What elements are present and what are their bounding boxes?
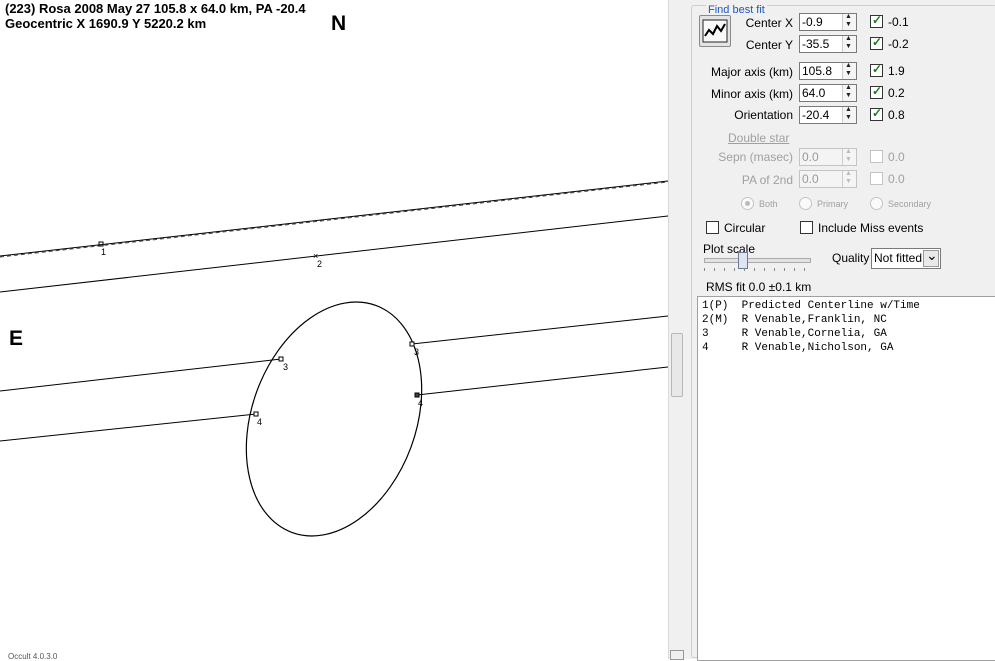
- quality-selected: Not fitted: [874, 251, 923, 265]
- fit-panel: Find best fit Center X -0.9 -0.1 Center …: [684, 0, 995, 661]
- minor-axis-spin-arrows[interactable]: [842, 84, 856, 101]
- center-x-uncertainty: -0.1: [888, 15, 909, 29]
- scrollbar-thumb[interactable]: [671, 333, 683, 397]
- major-axis-spinner[interactable]: 105.8: [799, 62, 857, 80]
- sepn-checkbox[interactable]: [870, 150, 883, 163]
- minor-axis-uncertainty: 0.2: [888, 86, 905, 100]
- center-y-label: Center Y: [745, 38, 793, 52]
- double-star-title: Double star: [728, 131, 790, 145]
- radio-both-label: Both: [759, 199, 778, 209]
- center-y-spin-arrows[interactable]: [842, 35, 856, 52]
- list-item[interactable]: 2(M) R Venable,Franklin, NC: [702, 314, 887, 326]
- major-axis-uncertainty: 1.9: [888, 64, 905, 78]
- sepn-uncertainty: 0.0: [888, 150, 905, 164]
- chord-line-3-east: [411, 315, 668, 345]
- chord-label-4-east: 4: [418, 398, 423, 408]
- orientation-checkbox[interactable]: [870, 106, 883, 121]
- chord-4-east-marker: [414, 392, 420, 398]
- major-axis-label: Major axis (km): [710, 65, 793, 79]
- chord-label-1: 1: [101, 247, 106, 257]
- center-x-spinner[interactable]: -0.9: [799, 13, 857, 31]
- quality-select[interactable]: Not fitted: [871, 247, 941, 269]
- radio-secondary-label: Secondary: [888, 199, 932, 209]
- pa-2nd-label: PA of 2nd: [741, 173, 793, 187]
- orientation-uncertainty: 0.8: [888, 108, 905, 122]
- north-label: N: [331, 12, 347, 35]
- plot-scale-thumb[interactable]: [738, 252, 748, 269]
- orientation-label: Orientation: [734, 108, 793, 122]
- chord-label-4-west: 4: [257, 417, 262, 427]
- chord-label-3-west: 3: [283, 362, 288, 372]
- plot-scale-track[interactable]: [704, 258, 811, 263]
- radio-primary[interactable]: [799, 197, 812, 210]
- center-y-uncertainty: -0.2: [888, 37, 909, 51]
- find-fit-button[interactable]: [699, 15, 731, 47]
- major-axis-checkbox[interactable]: [870, 62, 883, 77]
- orientation-spinner[interactable]: -20.4: [799, 106, 857, 124]
- fit-chart-icon: [702, 19, 728, 43]
- occultation-plot[interactable]: × 1 2 3 3 4 4 (223) Rosa 2008 May 27 105…: [0, 0, 668, 661]
- include-miss-label: Include Miss events: [818, 221, 924, 235]
- pa-2nd-spin-arrows[interactable]: [842, 170, 856, 187]
- orientation-value[interactable]: -20.4: [802, 108, 829, 122]
- center-x-value[interactable]: -0.9: [802, 15, 823, 29]
- chord-3-east-marker: [409, 341, 415, 347]
- list-item[interactable]: 3 R Venable,Cornelia, GA: [702, 328, 887, 340]
- east-label: E: [9, 327, 24, 350]
- plot-scale-ticks: [704, 268, 812, 273]
- chevron-down-icon[interactable]: [923, 247, 939, 267]
- center-x-label: Center X: [745, 16, 793, 30]
- quality-label: Quality: [832, 251, 870, 265]
- radio-both[interactable]: [741, 197, 754, 210]
- sepn-value[interactable]: 0.0: [802, 150, 819, 164]
- pa-2nd-uncertainty: 0.0: [888, 172, 905, 186]
- chord-line-4-east: [416, 366, 668, 396]
- major-axis-spin-arrows[interactable]: [842, 62, 856, 79]
- vertical-scrollbar[interactable]: [668, 0, 685, 660]
- sepn-spin-arrows[interactable]: [842, 148, 856, 165]
- chord-label-3-east: 3: [414, 347, 419, 357]
- minor-axis-spinner[interactable]: 64.0: [799, 84, 857, 102]
- chord-line-3-west: [0, 358, 282, 392]
- chord-label-2: 2: [317, 259, 322, 269]
- rms-fit-text: RMS fit 0.0 ±0.1 km: [706, 280, 812, 294]
- chord-3-west-marker: [278, 356, 284, 362]
- list-item[interactable]: 4 R Venable,Nicholson, GA: [702, 342, 893, 354]
- circular-label: Circular: [724, 221, 766, 235]
- minor-axis-label: Minor axis (km): [710, 87, 793, 101]
- plot-canvas: × 1 2 3 3 4 4: [0, 180, 668, 537]
- plot-header-line2: Geocentric X 1690.9 Y 5220.2 km: [5, 16, 207, 31]
- asteroid-profile-ellipse: [245, 301, 423, 537]
- center-y-spinner[interactable]: -35.5: [799, 35, 857, 53]
- center-x-checkbox[interactable]: [870, 13, 883, 28]
- chord-line-predicted-north: [0, 180, 668, 257]
- radio-primary-label: Primary: [817, 199, 848, 209]
- center-y-checkbox[interactable]: [870, 35, 883, 50]
- include-miss-checkbox[interactable]: [800, 221, 813, 234]
- orientation-spin-arrows[interactable]: [842, 106, 856, 123]
- circular-checkbox[interactable]: [706, 221, 719, 234]
- radio-secondary[interactable]: [870, 197, 883, 210]
- minor-axis-checkbox[interactable]: [870, 84, 883, 99]
- observer-list[interactable]: 1(P) Predicted Centerline w/Time 2(M) R …: [697, 296, 995, 661]
- list-item[interactable]: 1(P) Predicted Centerline w/Time: [702, 300, 920, 312]
- chord-4-west-marker: [253, 411, 259, 417]
- pa-2nd-spinner[interactable]: 0.0: [799, 170, 857, 188]
- chord-line-4-west: [0, 413, 257, 442]
- major-axis-value[interactable]: 105.8: [802, 64, 832, 78]
- plot-header-line1: (223) Rosa 2008 May 27 105.8 x 64.0 km, …: [5, 1, 306, 16]
- minor-axis-value[interactable]: 64.0: [802, 86, 825, 100]
- sepn-spinner[interactable]: 0.0: [799, 148, 857, 166]
- pa-2nd-value[interactable]: 0.0: [802, 172, 819, 186]
- scroll-up-button[interactable]: [670, 0, 682, 10]
- pa-2nd-checkbox[interactable]: [870, 172, 883, 185]
- sepn-label: Sepn (masec): [718, 150, 793, 164]
- version-text: Occult 4.0.3.0: [8, 652, 58, 661]
- center-x-spin-arrows[interactable]: [842, 13, 856, 30]
- center-y-value[interactable]: -35.5: [802, 37, 829, 51]
